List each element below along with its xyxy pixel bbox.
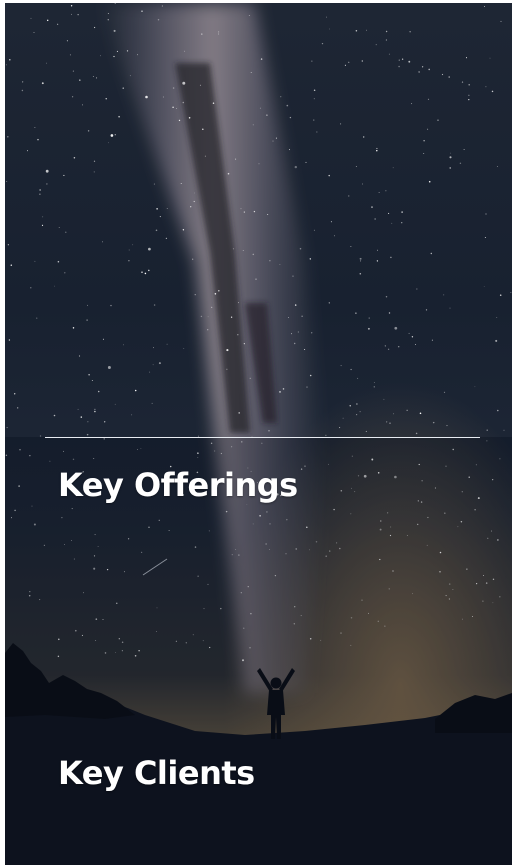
top-image-section [5, 3, 512, 437]
key-offerings-heading[interactable]: Key Offerings [58, 469, 298, 501]
section-divider [45, 437, 480, 438]
key-clients-heading[interactable]: Key Clients [58, 757, 255, 789]
hero-panel: Key Offerings Key Clients [5, 3, 512, 865]
